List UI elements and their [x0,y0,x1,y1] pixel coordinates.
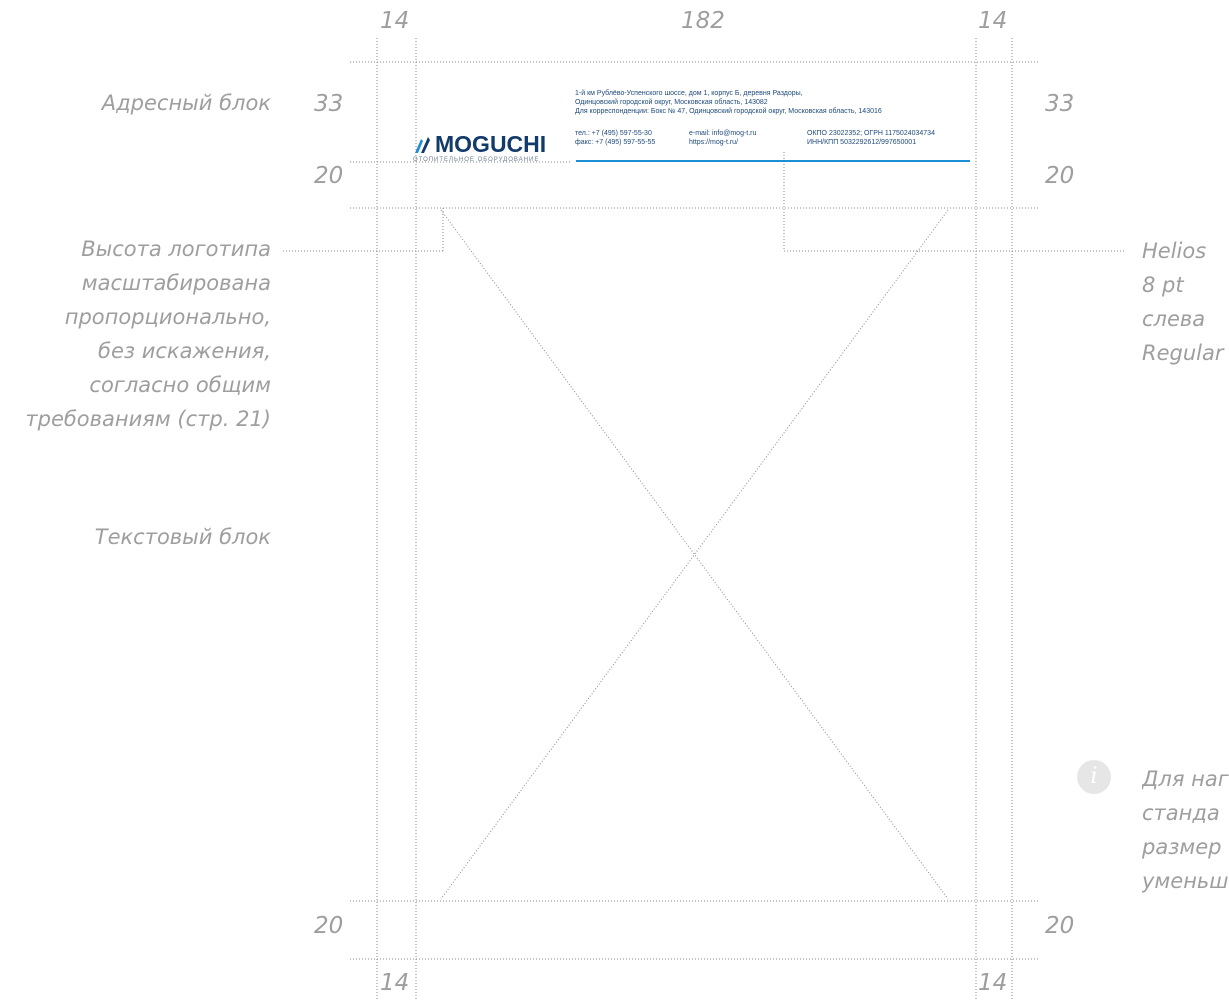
address-lines: 1-й км Рублёво-Успенского шоссе, дом 1, … [575,89,882,116]
contact-phones: тел.: +7 (495) 597-55-30 факс: +7 (495) … [575,129,655,147]
font-weight: Regular [1142,341,1224,365]
website-url: https://mog-t.ru/ [689,139,739,146]
logo-note-line: пропорционально, [64,305,271,329]
address-line: Одинцовский городской округ, Московская … [575,99,768,106]
dim-bottom-margin-right: 20 [1045,913,1075,939]
address-line: Для корреспонденции: Бокс № 47, Одинцовс… [575,108,882,115]
logo-tagline: ОТОПИТЕЛЬНОЕ ОБОРУДОВАНИЕ [413,157,540,163]
info-note-line: размер [1142,835,1222,859]
info-note: Для наг станда размер уменьш [1142,762,1229,898]
layout-guides [283,38,1126,1001]
okpo-ogrn: ОКПО 23022352; ОГРН 1175024034734 [807,130,935,137]
font-spec-note: Helios 8 pt слева Regular [1142,234,1224,370]
dim-header-height-right: 33 [1045,91,1075,117]
contact-web: e-mail: info@mog-t.ru https://mog-t.ru/ [689,129,756,147]
info-note-line: уменьш [1142,869,1229,893]
text-block-label: Текстовый блок [94,525,271,549]
inn-kpp: ИНН/КПП 5032292612/997650001 [807,139,917,146]
font-alignment: слева [1142,307,1206,331]
dim-header-gap-left: 20 [314,163,344,189]
font-name: Helios [1142,239,1207,263]
dim-header-gap-right: 20 [1045,163,1075,189]
logo-note-line: масштабирована [81,271,271,295]
address-block-label: Адресный блок [101,91,271,115]
email-address: e-mail: info@mog-t.ru [689,130,757,137]
dim-right-margin-top: 14 [978,8,1008,34]
font-size: 8 pt [1142,273,1184,297]
dim-left-margin-bottom: 14 [380,970,410,996]
fax-number: факс: +7 (495) 597-55-55 [575,139,656,146]
dim-right-margin-bottom: 14 [978,970,1008,996]
logo-scaling-note: Высота логотипа масштабирована пропорцио… [25,232,271,436]
info-icon: i [1077,760,1111,794]
dim-bottom-margin-left: 20 [314,913,344,939]
flame-icon [415,137,430,153]
phone-number: тел.: +7 (495) 597-55-30 [575,130,652,137]
logo-note-line: требованиям (стр. 21) [25,407,271,431]
info-note-line: Для наг [1142,767,1229,791]
logo-note-line: Высота логотипа [81,237,271,261]
address-line: 1-й км Рублёво-Успенского шоссе, дом 1, … [575,90,803,97]
logo-note-line: без искажения, [98,339,271,363]
company-registration: ОКПО 23022352; ОГРН 1175024034734 ИНН/КП… [807,129,935,147]
logo-note-line: согласно общим [89,373,271,397]
dim-left-margin-top: 14 [380,8,410,34]
logo-wordmark: MOGUCHI [435,131,547,157]
dim-header-height-left: 33 [314,91,344,117]
info-note-line: станда [1142,801,1220,825]
dim-content-width: 182 [681,8,725,34]
